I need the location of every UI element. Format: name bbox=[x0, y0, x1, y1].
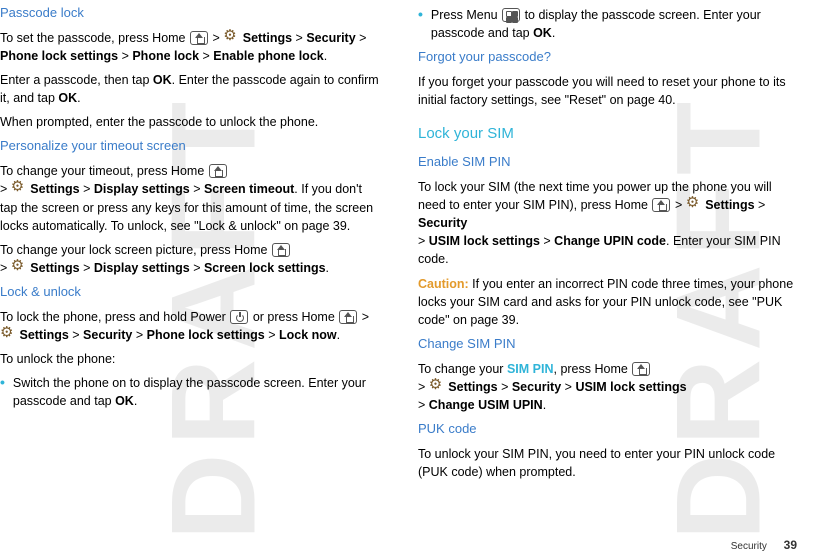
heading-change-sim-pin: Change SIM PIN bbox=[418, 335, 798, 354]
text: If you enter an incorrect PIN code three… bbox=[418, 277, 793, 327]
home-icon bbox=[632, 362, 650, 376]
para-when-prompted: When prompted, enter the passcode to unl… bbox=[0, 113, 380, 131]
gear-icon bbox=[687, 198, 701, 212]
ok-label: OK bbox=[153, 73, 172, 87]
home-icon bbox=[209, 164, 227, 178]
home-icon bbox=[272, 243, 290, 257]
text: > bbox=[362, 310, 369, 324]
change-usim-upin-label: Change USIM UPIN bbox=[429, 398, 543, 412]
security-label: Security bbox=[512, 380, 561, 394]
text: To lock the phone, press and hold Power bbox=[0, 310, 226, 324]
heading-personalize-timeout: Personalize your timeout screen bbox=[0, 137, 380, 156]
gear-icon bbox=[12, 182, 26, 196]
settings-label: Settings bbox=[243, 31, 292, 45]
settings-label: Settings bbox=[30, 182, 79, 196]
settings-label: Settings bbox=[30, 261, 79, 275]
gear-icon bbox=[1, 328, 15, 342]
usim-lock-settings-label: USIM lock settings bbox=[429, 234, 540, 248]
text: Switch the phone on to display the passc… bbox=[13, 376, 366, 408]
ok-label: OK bbox=[533, 26, 552, 40]
left-column: Passcode lock To set the passcode, press… bbox=[0, 0, 380, 487]
security-label: Security bbox=[306, 31, 355, 45]
para-change-sim-pin: To change your SIM PIN, press Home > Set… bbox=[418, 360, 798, 414]
phone-lock-label: Phone lock bbox=[132, 49, 199, 63]
text: Enter a passcode, then tap bbox=[0, 73, 153, 87]
menu-icon bbox=[502, 8, 520, 22]
text: Press Menu bbox=[431, 8, 498, 22]
power-icon bbox=[230, 310, 248, 324]
phone-lock-settings-label: Phone lock settings bbox=[147, 328, 265, 342]
para-unlock-phone: To unlock the phone: bbox=[0, 350, 380, 368]
heading-lock-sim: Lock your SIM bbox=[418, 123, 798, 145]
settings-label: Settings bbox=[705, 198, 754, 212]
gear-icon bbox=[224, 31, 238, 45]
heading-passcode-lock: Passcode lock bbox=[0, 4, 380, 23]
bullet-text: Switch the phone on to display the passc… bbox=[13, 374, 380, 410]
text: To change your bbox=[418, 362, 507, 376]
list-item: • Switch the phone on to display the pas… bbox=[0, 374, 380, 410]
enable-phone-lock-label: Enable phone lock bbox=[213, 49, 323, 63]
text: To change your timeout, press Home bbox=[0, 164, 204, 178]
para-lock-phone: To lock the phone, press and hold Power … bbox=[0, 308, 380, 344]
text: > bbox=[418, 380, 425, 394]
para-puk: To unlock your SIM PIN, you need to ente… bbox=[418, 445, 798, 481]
display-settings-label: Display settings bbox=[94, 261, 190, 275]
text: > bbox=[0, 182, 7, 196]
security-label: Security bbox=[418, 216, 467, 230]
text: > bbox=[675, 198, 682, 212]
usim-lock-settings-label: USIM lock settings bbox=[575, 380, 686, 394]
text: > bbox=[212, 31, 219, 45]
heading-forgot-passcode: Forgot your passcode? bbox=[418, 48, 798, 67]
home-icon bbox=[190, 31, 208, 45]
text: or press Home bbox=[253, 310, 335, 324]
para-lock-sim: To lock your SIM (the next time you powe… bbox=[418, 178, 798, 269]
para-set-passcode: To set the passcode, press Home > Settin… bbox=[0, 29, 380, 65]
para-forgot: If you forget your passcode you will nee… bbox=[418, 73, 798, 109]
lock-now-label: Lock now bbox=[279, 328, 337, 342]
home-icon bbox=[339, 310, 357, 324]
right-column: • Press Menu to display the passcode scr… bbox=[418, 0, 798, 487]
security-label: Security bbox=[83, 328, 132, 342]
sim-pin-link[interactable]: SIM PIN bbox=[507, 362, 554, 376]
screen-lock-settings-label: Screen lock settings bbox=[204, 261, 326, 275]
gear-icon bbox=[430, 380, 444, 394]
text: > bbox=[0, 261, 7, 275]
bullet-icon: • bbox=[418, 6, 423, 42]
text: To change your lock screen picture, pres… bbox=[0, 243, 268, 257]
screen-timeout-label: Screen timeout bbox=[204, 182, 294, 196]
phone-lock-settings-label: Phone lock settings bbox=[0, 49, 118, 63]
caution-label: Caution: bbox=[418, 277, 469, 291]
home-icon bbox=[652, 198, 670, 212]
footer-page-number: 39 bbox=[784, 538, 797, 552]
para-change-lockscreen: To change your lock screen picture, pres… bbox=[0, 241, 380, 277]
list-item: • Press Menu to display the passcode scr… bbox=[418, 6, 798, 42]
heading-puk-code: PUK code bbox=[418, 420, 798, 439]
para-enter-passcode: Enter a passcode, then tap OK. Enter the… bbox=[0, 71, 380, 107]
change-upin-label: Change UPIN code bbox=[554, 234, 666, 248]
settings-label: Settings bbox=[19, 328, 68, 342]
ok-label: OK bbox=[58, 91, 77, 105]
heading-lock-unlock: Lock & unlock bbox=[0, 283, 380, 302]
heading-enable-sim-pin: Enable SIM PIN bbox=[418, 153, 798, 172]
bullet-text: Press Menu to display the passcode scree… bbox=[431, 6, 798, 42]
bullet-icon: • bbox=[0, 374, 5, 410]
footer-section: Security bbox=[731, 541, 767, 552]
text: , press Home bbox=[554, 362, 628, 376]
settings-label: Settings bbox=[448, 380, 497, 394]
ok-label: OK bbox=[115, 394, 134, 408]
para-change-timeout: To change your timeout, press Home > Set… bbox=[0, 162, 380, 235]
gear-icon bbox=[12, 261, 26, 275]
page-footer: Security 39 bbox=[731, 537, 797, 555]
text: To set the passcode, press Home bbox=[0, 31, 186, 45]
display-settings-label: Display settings bbox=[94, 182, 190, 196]
para-caution: Caution: If you enter an incorrect PIN c… bbox=[418, 275, 798, 329]
